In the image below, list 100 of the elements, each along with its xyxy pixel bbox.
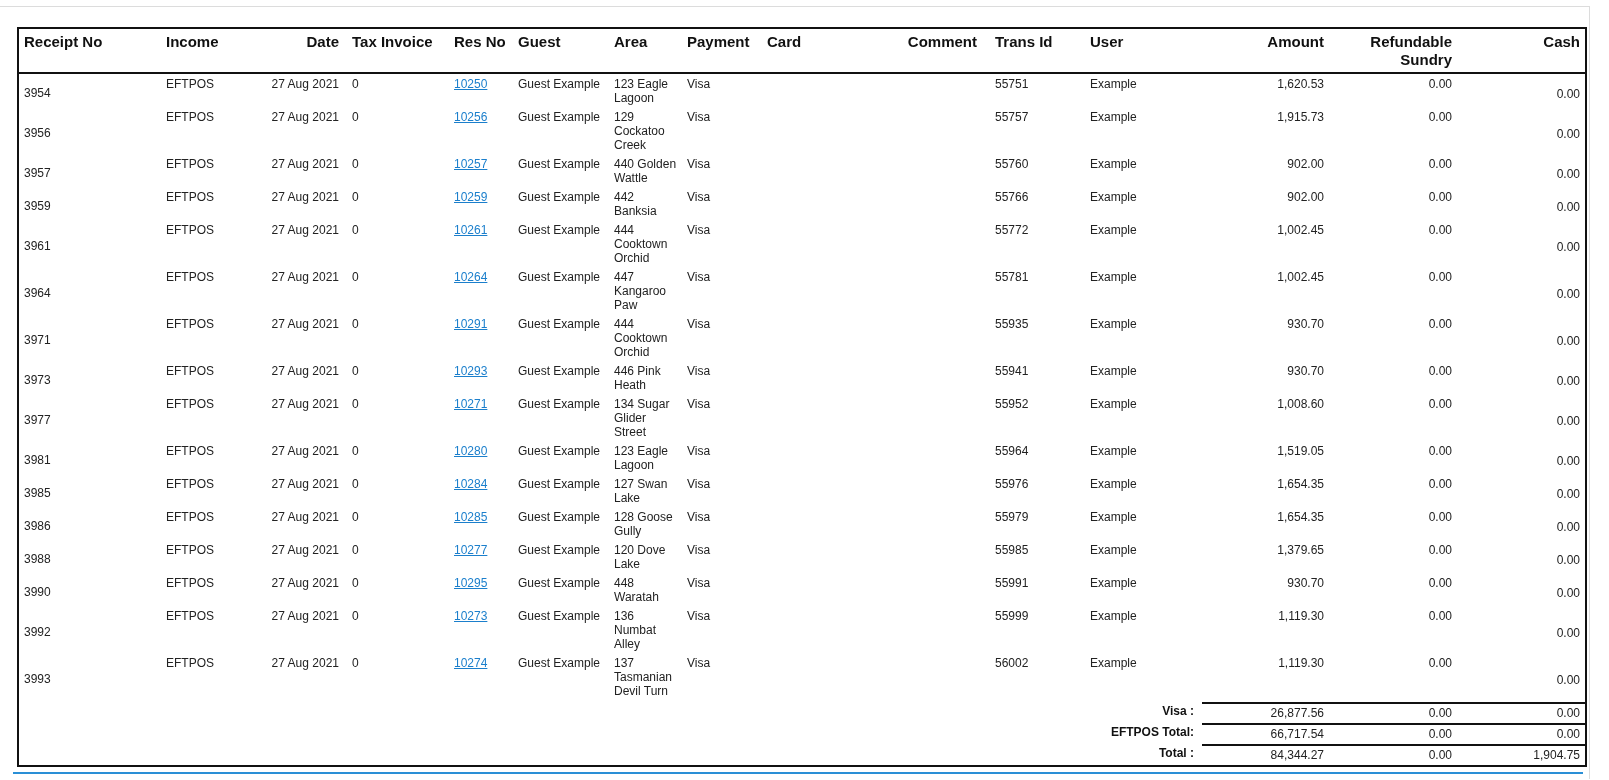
- reservation-link[interactable]: 10273: [454, 609, 488, 623]
- table-cell-text: 0: [351, 269, 360, 286]
- table-cell-text: Visa: [686, 575, 712, 592]
- table-cell-text: EFTPOS: [165, 269, 215, 286]
- table-cell-text: 134 Sugar Glider Street: [613, 396, 671, 441]
- table-cell-text: 1,915.73: [1276, 109, 1325, 126]
- table-cell-text: 0.00: [1555, 165, 1581, 183]
- table-cell-text: 27 Aug 2021: [270, 443, 340, 460]
- table-cell-text: 55976: [994, 476, 1030, 493]
- table-cell-text: 27 Aug 2021: [270, 363, 340, 380]
- table-cell-text: 56002: [994, 655, 1030, 672]
- table-cell-text: 447 Kangaroo Paw: [613, 269, 668, 314]
- table-cell-text: Visa: [686, 509, 712, 526]
- table-cell-text: Visa: [686, 222, 712, 239]
- table-cell-text: 1,654.35: [1276, 476, 1325, 493]
- table-cell-text: 0: [351, 222, 360, 239]
- reservation-link[interactable]: 10285: [454, 510, 488, 524]
- table-cell: 26,877.56: [1202, 702, 1332, 723]
- reservation-link[interactable]: 10284: [454, 477, 488, 491]
- table-cell-text: 129 Cockatoo Creek: [613, 109, 666, 154]
- table-cell-text: 3971: [23, 331, 52, 349]
- reservation-link[interactable]: 10271: [454, 397, 488, 411]
- table-cell-text: 0: [351, 608, 360, 625]
- table-cell-text: Example: [1089, 222, 1138, 239]
- table-cell-text: EFTPOS: [165, 363, 215, 380]
- table-cell: 1,904.75: [1457, 744, 1585, 765]
- table-cell-text: 0: [351, 316, 360, 333]
- reservation-link[interactable]: 10261: [454, 223, 488, 237]
- reservation-link[interactable]: 10280: [454, 444, 488, 458]
- table-cell-text: EFTPOS: [165, 316, 215, 333]
- table-cell-text: 0: [351, 509, 360, 526]
- reservation-link[interactable]: 10256: [454, 110, 488, 124]
- table-cell-text: EFTPOS: [165, 542, 215, 559]
- column-header: Card: [762, 29, 862, 74]
- reservation-link[interactable]: 10293: [454, 364, 488, 378]
- table-cell-text: Example: [1089, 396, 1138, 413]
- table-cell-text: Guest Example: [517, 222, 602, 239]
- table-cell-text: 0.00: [1427, 222, 1453, 239]
- column-header: Income: [161, 29, 252, 74]
- table-cell-text: 27 Aug 2021: [270, 76, 340, 93]
- table-cell-text: 0.00: [1427, 542, 1453, 559]
- table-cell-text: EFTPOS: [165, 443, 215, 460]
- table-cell-text: Visa: [686, 269, 712, 286]
- reservation-link[interactable]: 10259: [454, 190, 488, 204]
- table-cell-text: Example: [1089, 655, 1138, 672]
- reservation-link[interactable]: 10250: [454, 77, 488, 91]
- table-cell-text: 1,620.53: [1276, 76, 1325, 93]
- table-cell-text: 0: [351, 575, 360, 592]
- table-cell-text: 902.00: [1286, 189, 1325, 206]
- table-cell-text: 1,519.05: [1276, 443, 1325, 460]
- table-cell-text: 0: [351, 109, 360, 126]
- reservation-link[interactable]: 10274: [454, 656, 488, 670]
- table-cell-text: 0.00: [1427, 575, 1453, 592]
- table-cell-text: 0.00: [1555, 624, 1581, 642]
- table-cell-text: EFTPOS: [165, 109, 215, 126]
- table-cell-text: Example: [1089, 575, 1138, 592]
- table-cell-text: 0.00: [1427, 509, 1453, 526]
- table-cell-text: 0.00: [1427, 109, 1453, 126]
- table-cell-text: 930.70: [1286, 363, 1325, 380]
- table-cell-text: EFTPOS: [165, 655, 215, 672]
- table-cell-text: Visa: [686, 655, 712, 672]
- table-cell-text: Example: [1089, 509, 1138, 526]
- table-cell-text: 0: [351, 363, 360, 380]
- table-cell-text: 27 Aug 2021: [270, 542, 340, 559]
- table-cell-text: EFTPOS: [165, 608, 215, 625]
- table-cell-text: 3964: [23, 284, 52, 302]
- table-cell-text: 446 Pink Heath: [613, 363, 662, 394]
- table-cell-text: 0.00: [1427, 655, 1453, 672]
- table-cell-text: 3973: [23, 371, 52, 389]
- table-cell-text: Guest Example: [517, 443, 602, 460]
- table-cell-text: 0.00: [1555, 518, 1581, 536]
- table-cell-text: Example: [1089, 542, 1138, 559]
- reservation-link[interactable]: 10257: [454, 157, 488, 171]
- table-cell-text: 27 Aug 2021: [270, 222, 340, 239]
- table-cell-text: 55979: [994, 509, 1030, 526]
- table-cell-text: Example: [1089, 363, 1138, 380]
- table-cell-text: 902.00: [1286, 156, 1325, 173]
- column-header: Payment: [682, 29, 762, 74]
- table-cell-text: Guest Example: [517, 156, 602, 173]
- table-cell-text: 3954: [23, 84, 52, 102]
- table-cell-text: 123 Eagle Lagoon: [613, 76, 670, 107]
- table-cell-text: 55760: [994, 156, 1030, 173]
- table-cell-text: Visa: [686, 608, 712, 625]
- table-cell-text: Guest Example: [517, 269, 602, 286]
- total-label: EFTPOS Total:: [1110, 725, 1194, 739]
- table-cell-text: 27 Aug 2021: [270, 396, 340, 413]
- reservation-link[interactable]: 10291: [454, 317, 488, 331]
- reservation-link[interactable]: 10277: [454, 543, 488, 557]
- table-cell: 0.00: [1332, 702, 1457, 723]
- table-cell-text: 0: [351, 443, 360, 460]
- table-cell-text: 55757: [994, 109, 1030, 126]
- reservation-link[interactable]: 10295: [454, 576, 488, 590]
- table-cell-text: EFTPOS: [165, 476, 215, 493]
- table-cell-text: 0.00: [1555, 551, 1581, 569]
- table-cell-text: 3961: [23, 237, 52, 255]
- table-cell-text: 0.00: [1555, 485, 1581, 503]
- column-header: Comment: [862, 29, 990, 74]
- table-cell-text: 0: [351, 76, 360, 93]
- table-cell-text: 55941: [994, 363, 1030, 380]
- reservation-link[interactable]: 10264: [454, 270, 488, 284]
